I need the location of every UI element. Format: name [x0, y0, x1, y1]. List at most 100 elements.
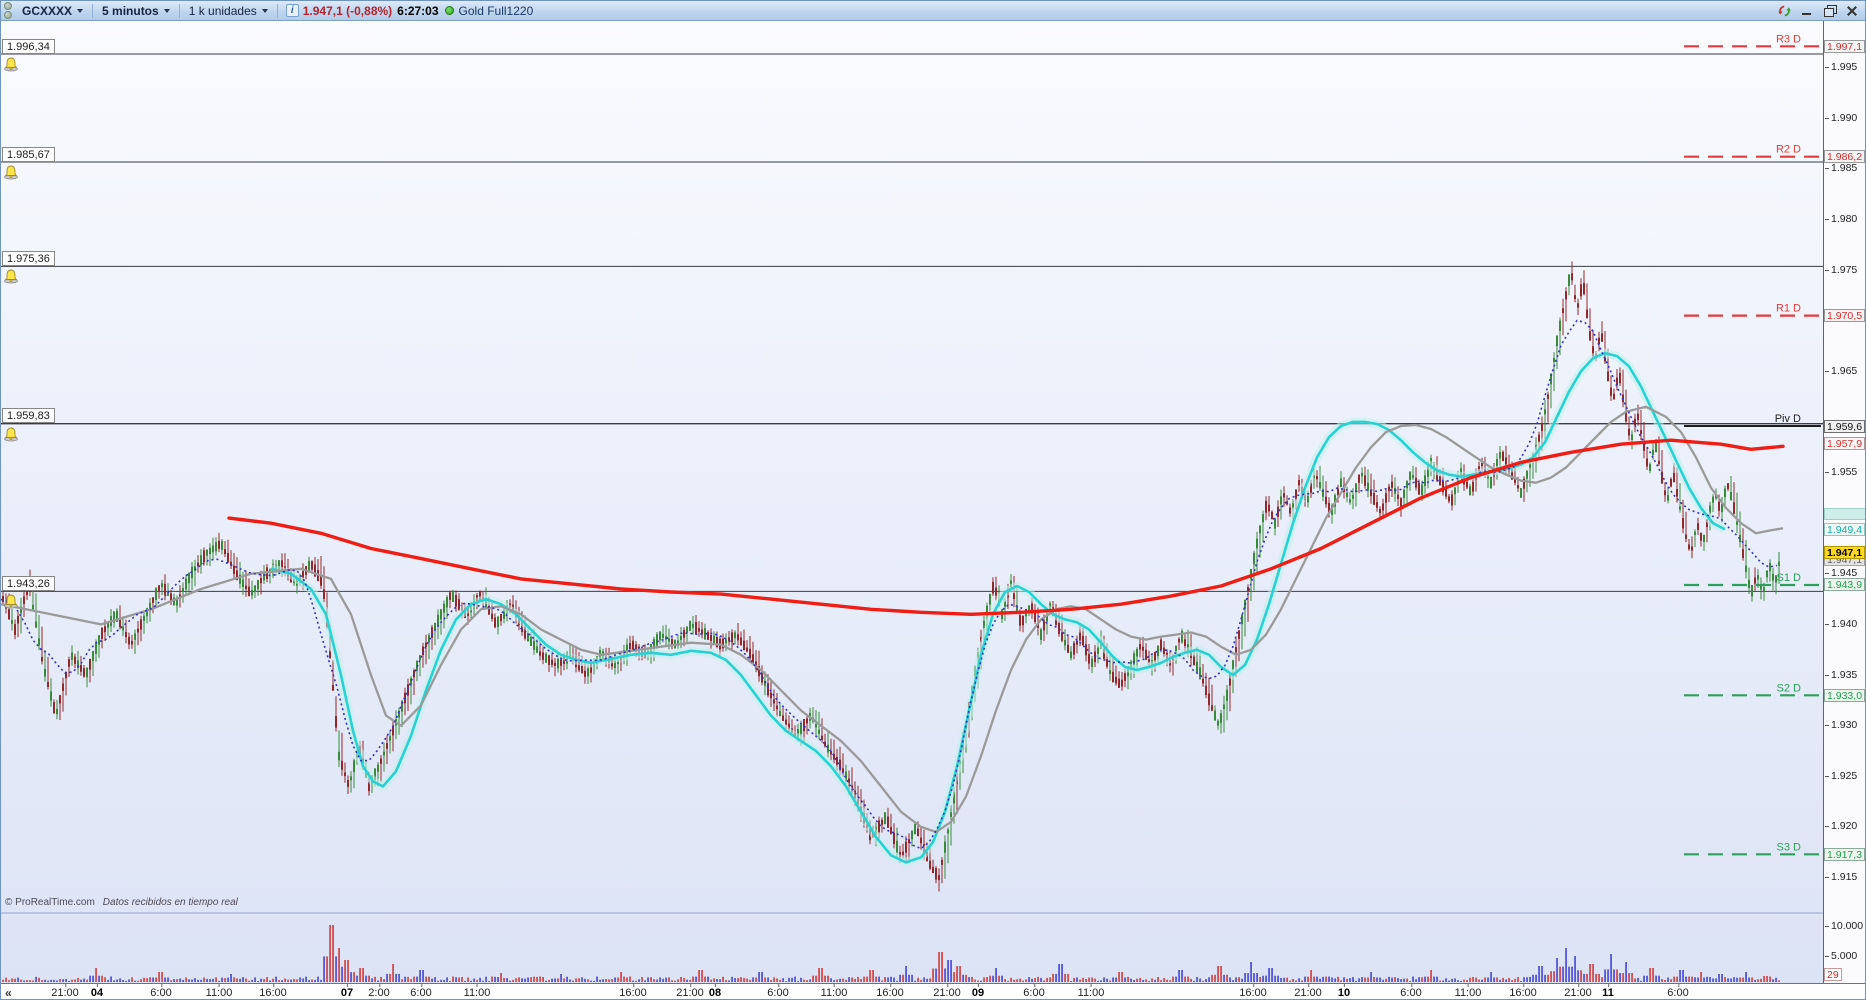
app-window-icon: [1, 2, 15, 19]
alarm-bell-icon[interactable]: [3, 268, 19, 284]
price-tick: 1.940: [1824, 617, 1858, 630]
pivot-label-s2-d: S2 D: [1777, 682, 1802, 694]
last-price-label: 1.947,1: [1824, 546, 1865, 560]
time-label-day: 11: [1602, 984, 1614, 999]
time-label: 11:00: [205, 984, 233, 999]
units-selector[interactable]: 1 k unidades: [182, 1, 275, 21]
time-label-day: 07: [340, 984, 354, 999]
copyright-note: © ProRealTime.com Datos recibidos en tiem…: [5, 897, 238, 908]
chevron-down-icon: [77, 9, 84, 13]
divider: [276, 3, 278, 18]
instrument-label: GCXXXX: [22, 3, 73, 18]
price-tick: 1.925: [1824, 769, 1858, 782]
price-tick: 1.975: [1824, 263, 1858, 276]
feed-status-icon: [444, 6, 454, 15]
divider: [92, 3, 94, 18]
price-alarm-label[interactable]: 1.996,34: [2, 38, 55, 54]
timeframe-selector[interactable]: 5 minutos: [95, 1, 177, 21]
price-tick: 1.915: [1824, 871, 1858, 884]
band-value-label: [1824, 507, 1865, 520]
time-label-day: 09: [971, 984, 985, 999]
time-label: 6:00: [150, 984, 172, 999]
alarm-bell-icon[interactable]: [3, 426, 19, 442]
time-label: 21:00: [51, 984, 79, 999]
time-label-day: 10: [1337, 984, 1351, 999]
pivot-value-label: 1.959,6: [1824, 419, 1865, 433]
volume-tick: 5.000: [1824, 949, 1858, 962]
feed-name: Gold Full1220: [458, 3, 534, 18]
chevron-down-icon: [163, 9, 170, 13]
alarm-bell-icon[interactable]: [3, 593, 19, 609]
alarm-bell-icon[interactable]: [3, 56, 19, 72]
minimize-button[interactable]: [1801, 5, 1814, 17]
price-tick: 1.980: [1824, 212, 1858, 225]
pivot-label-r1-d: R1 D: [1776, 303, 1801, 315]
time-label: 16:00: [1509, 984, 1537, 999]
pivot-value-label: 1.943,9: [1824, 578, 1865, 592]
price-tick: 1.995: [1824, 61, 1858, 74]
pivot-value-label: 1.986,2: [1824, 150, 1865, 164]
time-label: 16:00: [259, 984, 287, 999]
pivot-label-piv-d: Piv D: [1775, 413, 1801, 425]
alarm-bell-icon[interactable]: [3, 164, 19, 180]
price-tick: 1.935: [1824, 668, 1858, 681]
scroll-left-button[interactable]: «: [5, 986, 12, 999]
instrument-selector[interactable]: GCXXXX: [15, 1, 90, 21]
time-label: 2:00: [368, 984, 390, 999]
pivot-label-s3-d: S3 D: [1777, 841, 1802, 853]
price-axis[interactable]: 1.995 1.990 1.985 1.980 1.975 1.965 1.955 1.945…: [1823, 21, 1865, 983]
time-label-day: 04: [90, 984, 104, 999]
time-label: 6:00: [1400, 984, 1422, 999]
time-label: 21:00: [933, 984, 961, 999]
price-alarm-label[interactable]: 1.959,83: [2, 408, 55, 424]
pivot-value-label: 1.970,5: [1824, 309, 1865, 323]
time-label-day: 08: [708, 984, 722, 999]
pivot-value-label: 1.997,1: [1824, 39, 1865, 53]
units-label: 1 k unidades: [188, 3, 257, 18]
time-label: 16:00: [1239, 984, 1267, 999]
divider: [178, 3, 180, 18]
time-label: 11:00: [820, 984, 848, 999]
time-label: 16:00: [619, 984, 647, 999]
pivot-value-label: 1.917,3: [1824, 847, 1865, 861]
time-label: 11:00: [1077, 984, 1105, 999]
volume-tick: 10.000: [1824, 919, 1864, 932]
pivot-label-s1-d: S1 D: [1777, 572, 1802, 584]
time-label: 6:00: [410, 984, 432, 999]
red-ma-value-label: 1.957,9: [1824, 436, 1865, 450]
restore-button[interactable]: [1823, 4, 1837, 17]
price-alarm-label[interactable]: 1.943,26: [2, 575, 55, 591]
time-label: 6:00: [1667, 984, 1689, 999]
time-label: 11:00: [463, 984, 491, 999]
cyan-ma-value-label: 1.949,4: [1824, 522, 1865, 536]
time-label: 21:00: [1294, 984, 1322, 999]
price-tick: 1.920: [1824, 820, 1858, 833]
time-label: 21:00: [1564, 984, 1592, 999]
price-tick: 1.955: [1824, 466, 1858, 479]
time-label: 6:00: [1023, 984, 1045, 999]
close-button[interactable]: [1845, 5, 1858, 17]
pivot-label-r3-d: R3 D: [1776, 33, 1801, 45]
price-tick: 1.930: [1824, 719, 1858, 732]
time-label: 21:00: [676, 984, 704, 999]
chevron-down-icon: [261, 9, 268, 13]
last-volume-label: 29: [1824, 967, 1842, 981]
window-controls: [1777, 4, 1865, 18]
pivot-label-r2-d: R2 D: [1776, 144, 1801, 156]
time-label: 11:00: [1454, 984, 1482, 999]
price-alarm-label[interactable]: 1.975,36: [2, 250, 55, 266]
chart-toolbar: GCXXXX 5 minutos 1 k unidades i 1.947,1 …: [1, 1, 1865, 21]
time-axis[interactable]: « 21:00 04 6:00 11:00 16:00 07 2:00 6:00 11:00 16…: [1, 983, 1865, 999]
info-icon[interactable]: i: [285, 4, 299, 17]
price-alarm-label[interactable]: 1.985,67: [2, 146, 55, 162]
price-tick: 1.965: [1824, 364, 1858, 377]
price-tick: 1.990: [1824, 111, 1858, 124]
session-clock: 6:27:03: [397, 3, 439, 18]
refresh-icon[interactable]: [1777, 4, 1792, 18]
time-label: 6:00: [767, 984, 789, 999]
time-label: 16:00: [876, 984, 904, 999]
last-price-change: 1.947,1 (-0,88%): [302, 3, 393, 18]
price-tick: 1.985: [1824, 162, 1858, 175]
chart-canvas[interactable]: R3 D R2 D R1 D Piv D S1 D S2 D S3 D 1.996,34 1.…: [1, 21, 1823, 983]
prorealtime-window: GCXXXX 5 minutos 1 k unidades i 1.947,1 …: [0, 0, 1866, 1000]
